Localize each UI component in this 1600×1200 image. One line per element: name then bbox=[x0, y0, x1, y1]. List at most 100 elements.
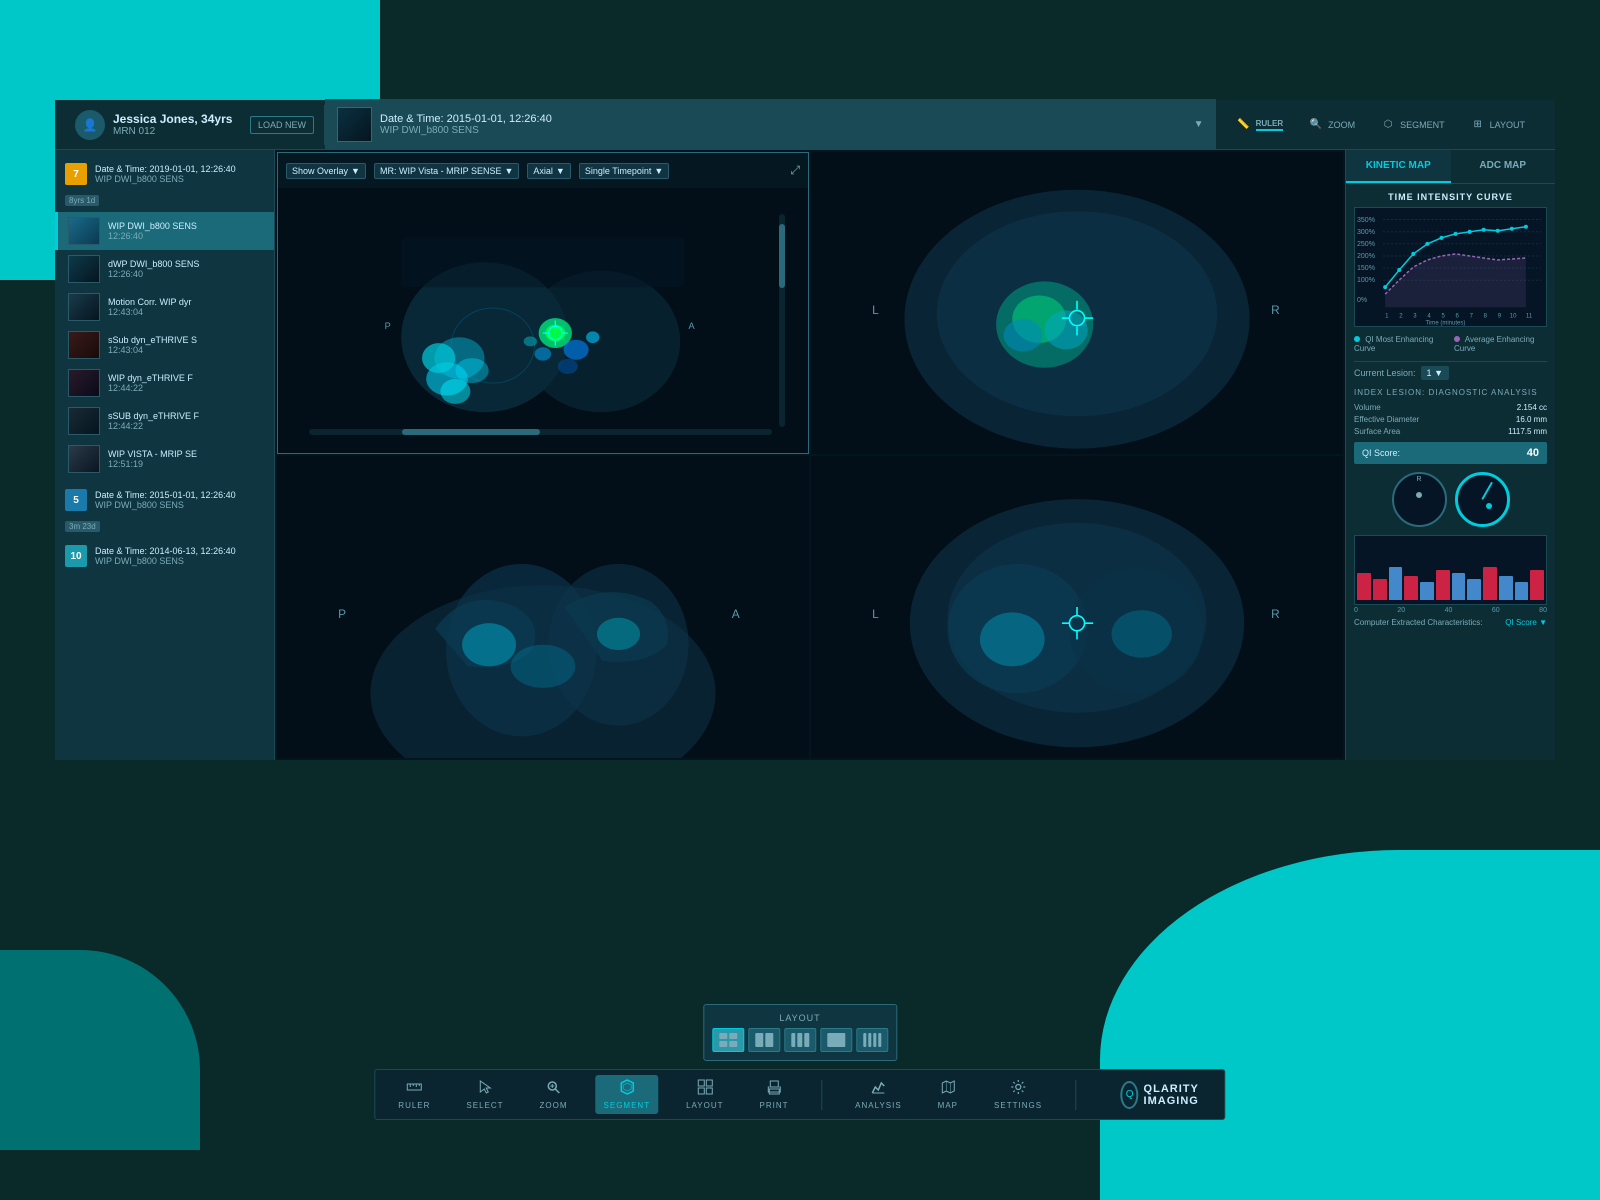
main-tool-map[interactable]: MAP bbox=[930, 1075, 966, 1114]
bar-x-80: 80 bbox=[1539, 607, 1547, 614]
series-item-5-info: WIP dyn_eTHRIVE F 12:44:22 bbox=[108, 373, 264, 393]
group-2-header[interactable]: 5 Date & Time: 2015-01-01, 12:26:40 WIP … bbox=[55, 484, 274, 516]
group-1-name: WIP DWI_b800 SENS bbox=[95, 174, 264, 184]
group-2-date: Date & Time: 2015-01-01, 12:26:40 bbox=[95, 490, 264, 500]
legend-item-2: Average Enhancing Curve bbox=[1454, 335, 1547, 353]
svg-text:P: P bbox=[385, 321, 391, 331]
show-overlay-dropdown[interactable]: Show Overlay ▼ bbox=[286, 163, 366, 179]
layout-2x2[interactable] bbox=[712, 1028, 744, 1052]
bar-2 bbox=[1373, 579, 1387, 600]
svg-text:L: L bbox=[872, 607, 879, 621]
legend-label-1: QI Most Enhancing Curve bbox=[1354, 335, 1433, 353]
select-icon bbox=[477, 1079, 493, 1098]
timepoint-dropdown[interactable]: Single Timepoint ▼ bbox=[579, 163, 669, 179]
zoom-main-icon bbox=[546, 1079, 562, 1098]
main-tool-select[interactable]: SELECT bbox=[458, 1075, 511, 1114]
ruler-tool-btn[interactable]: 📏 RULER bbox=[1231, 114, 1289, 136]
segment-tool-btn[interactable]: ⬡ SEGMENT bbox=[1375, 114, 1450, 136]
svg-text:8: 8 bbox=[1484, 313, 1488, 319]
legend-item-1: QI Most Enhancing Curve bbox=[1354, 335, 1446, 353]
layout-wide[interactable] bbox=[820, 1028, 852, 1052]
main-tool-print[interactable]: PRINT bbox=[752, 1075, 797, 1114]
series-item-5[interactable]: WIP dyn_eTHRIVE F 12:44:22 bbox=[55, 364, 274, 402]
group-1-date: Date & Time: 2019-01-01, 12:26:40 bbox=[95, 164, 264, 174]
series-item-3[interactable]: Motion Corr. WIP dyr 12:43:04 bbox=[55, 288, 274, 326]
svg-text:11: 11 bbox=[1526, 313, 1533, 319]
print-icon bbox=[766, 1079, 782, 1098]
viewport-bottom-right: L R bbox=[811, 456, 1343, 758]
series-item-4-time: 12:43:04 bbox=[108, 345, 264, 355]
zoom-icon: 🔍 bbox=[1308, 117, 1324, 133]
series-item-1[interactable]: WIP DWI_b800 SENS 12:26:40 bbox=[55, 212, 274, 250]
series-thumb-3 bbox=[68, 293, 100, 321]
viewport-scrollbar-v[interactable] bbox=[779, 214, 785, 427]
clock-left: R bbox=[1392, 472, 1447, 527]
grid-cell-12 bbox=[873, 1033, 876, 1047]
series-item-2-name: dWP DWI_b800 SENS bbox=[108, 259, 264, 269]
current-lesion-value[interactable]: 1 ▼ bbox=[1421, 366, 1449, 380]
series-item-5-name: WIP dyn_eTHRIVE F bbox=[108, 373, 264, 383]
svg-text:100%: 100% bbox=[1357, 277, 1375, 284]
svg-text:9: 9 bbox=[1498, 313, 1502, 319]
bar-4 bbox=[1404, 576, 1418, 600]
chart-title: TIME INTENSITY CURVE bbox=[1354, 192, 1547, 202]
ruler-main-icon bbox=[406, 1079, 422, 1098]
current-lesion-arrow: ▼ bbox=[1434, 368, 1443, 378]
main-tool-segment[interactable]: SEGMENT bbox=[596, 1075, 659, 1114]
svg-text:1: 1 bbox=[1385, 313, 1389, 319]
tab-kinetic-map[interactable]: KINETIC MAP bbox=[1346, 150, 1451, 183]
avatar: 👤 bbox=[75, 110, 105, 140]
series-item-2[interactable]: dWP DWI_b800 SENS 12:26:40 bbox=[55, 250, 274, 288]
layout-2x2-grid bbox=[719, 1033, 737, 1047]
zoom-tool-btn[interactable]: 🔍 ZOOM bbox=[1303, 114, 1360, 136]
svg-text:P: P bbox=[338, 607, 346, 621]
group-1-header[interactable]: 7 Date & Time: 2019-01-01, 12:26:40 WIP … bbox=[55, 158, 274, 190]
bar-9 bbox=[1483, 567, 1497, 600]
series-item-7[interactable]: WIP VISTA - MRIP SE 12:51:19 bbox=[55, 440, 274, 478]
main-tool-analysis[interactable]: ANALYSIS bbox=[847, 1075, 910, 1114]
right-panel-content: TIME INTENSITY CURVE 350% 300% 250% 200%… bbox=[1346, 184, 1555, 760]
time-intensity-chart: 350% 300% 250% 200% 150% 100% 0% bbox=[1354, 207, 1547, 327]
main-tool-zoom[interactable]: ZOOM bbox=[532, 1075, 576, 1114]
series-item-3-time: 12:43:04 bbox=[108, 307, 264, 317]
load-new-button[interactable]: LOAD NEW bbox=[250, 116, 314, 134]
scrollbar-thumb-h bbox=[402, 429, 541, 435]
map-label: MAP bbox=[938, 1101, 958, 1110]
measurement-diameter: Effective Diameter 16.0 mm bbox=[1354, 415, 1547, 424]
mr-protocol-label: MR: WIP Vista - MRIP SENSE bbox=[380, 166, 502, 176]
svg-text:4: 4 bbox=[1427, 313, 1431, 319]
plane-dropdown[interactable]: Axial ▼ bbox=[527, 163, 570, 179]
main-tool-layout[interactable]: LAYOUT bbox=[678, 1075, 731, 1114]
qi-score-dropdown[interactable]: QI Score ▼ bbox=[1505, 618, 1547, 627]
clock-hand bbox=[1481, 481, 1493, 499]
svg-text:150%: 150% bbox=[1357, 265, 1375, 272]
grid-cell-9 bbox=[804, 1033, 809, 1047]
series-item-3-name: Motion Corr. WIP dyr bbox=[108, 297, 264, 307]
expand-viewport-icon[interactable]: ⤢ bbox=[790, 163, 800, 178]
group-3-header[interactable]: 10 Date & Time: 2014-06-13, 12:26:40 WIP… bbox=[55, 540, 274, 572]
svg-text:R: R bbox=[1271, 303, 1280, 317]
main-tool-settings[interactable]: SETTINGS bbox=[986, 1075, 1050, 1114]
layout-1x3[interactable] bbox=[784, 1028, 816, 1052]
folder-badge-3: 10 bbox=[65, 545, 87, 567]
viewport-scrollbar-h[interactable] bbox=[309, 429, 772, 435]
series-item-6[interactable]: sSUB dyn_eTHRIVE F 12:44:22 bbox=[55, 402, 274, 440]
layout-1x3-grid bbox=[791, 1033, 809, 1047]
layout-1x4[interactable] bbox=[856, 1028, 888, 1052]
layout-options bbox=[712, 1028, 888, 1052]
clock-dot-right bbox=[1486, 503, 1492, 509]
computer-extracted-characteristics: Computer Extracted Characteristics: QI S… bbox=[1354, 618, 1547, 627]
viewport-toolbar-top: Show Overlay ▼ MR: WIP Vista - MRIP SENS… bbox=[278, 153, 808, 188]
layout-1x2[interactable] bbox=[748, 1028, 780, 1052]
tab-adc-map[interactable]: ADC MAP bbox=[1451, 150, 1556, 183]
series-dropdown-arrow[interactable]: ▼ bbox=[1194, 119, 1204, 130]
series-item-4[interactable]: sSub dyn_eTHRIVE S 12:43:04 bbox=[55, 326, 274, 364]
main-tool-ruler[interactable]: RULER bbox=[390, 1075, 438, 1114]
measurements-container: Volume 2.154 cc Effective Diameter 16.0 … bbox=[1354, 403, 1547, 436]
ruler-main-label: RULER bbox=[398, 1101, 430, 1110]
grid-cell-13 bbox=[878, 1033, 881, 1047]
mr-protocol-dropdown[interactable]: MR: WIP Vista - MRIP SENSE ▼ bbox=[374, 163, 519, 179]
series-thumb-6 bbox=[68, 407, 100, 435]
layout-tool-btn[interactable]: ⊞ LAYOUT bbox=[1465, 114, 1530, 136]
series-group-3: 10 Date & Time: 2014-06-13, 12:26:40 WIP… bbox=[55, 540, 274, 572]
